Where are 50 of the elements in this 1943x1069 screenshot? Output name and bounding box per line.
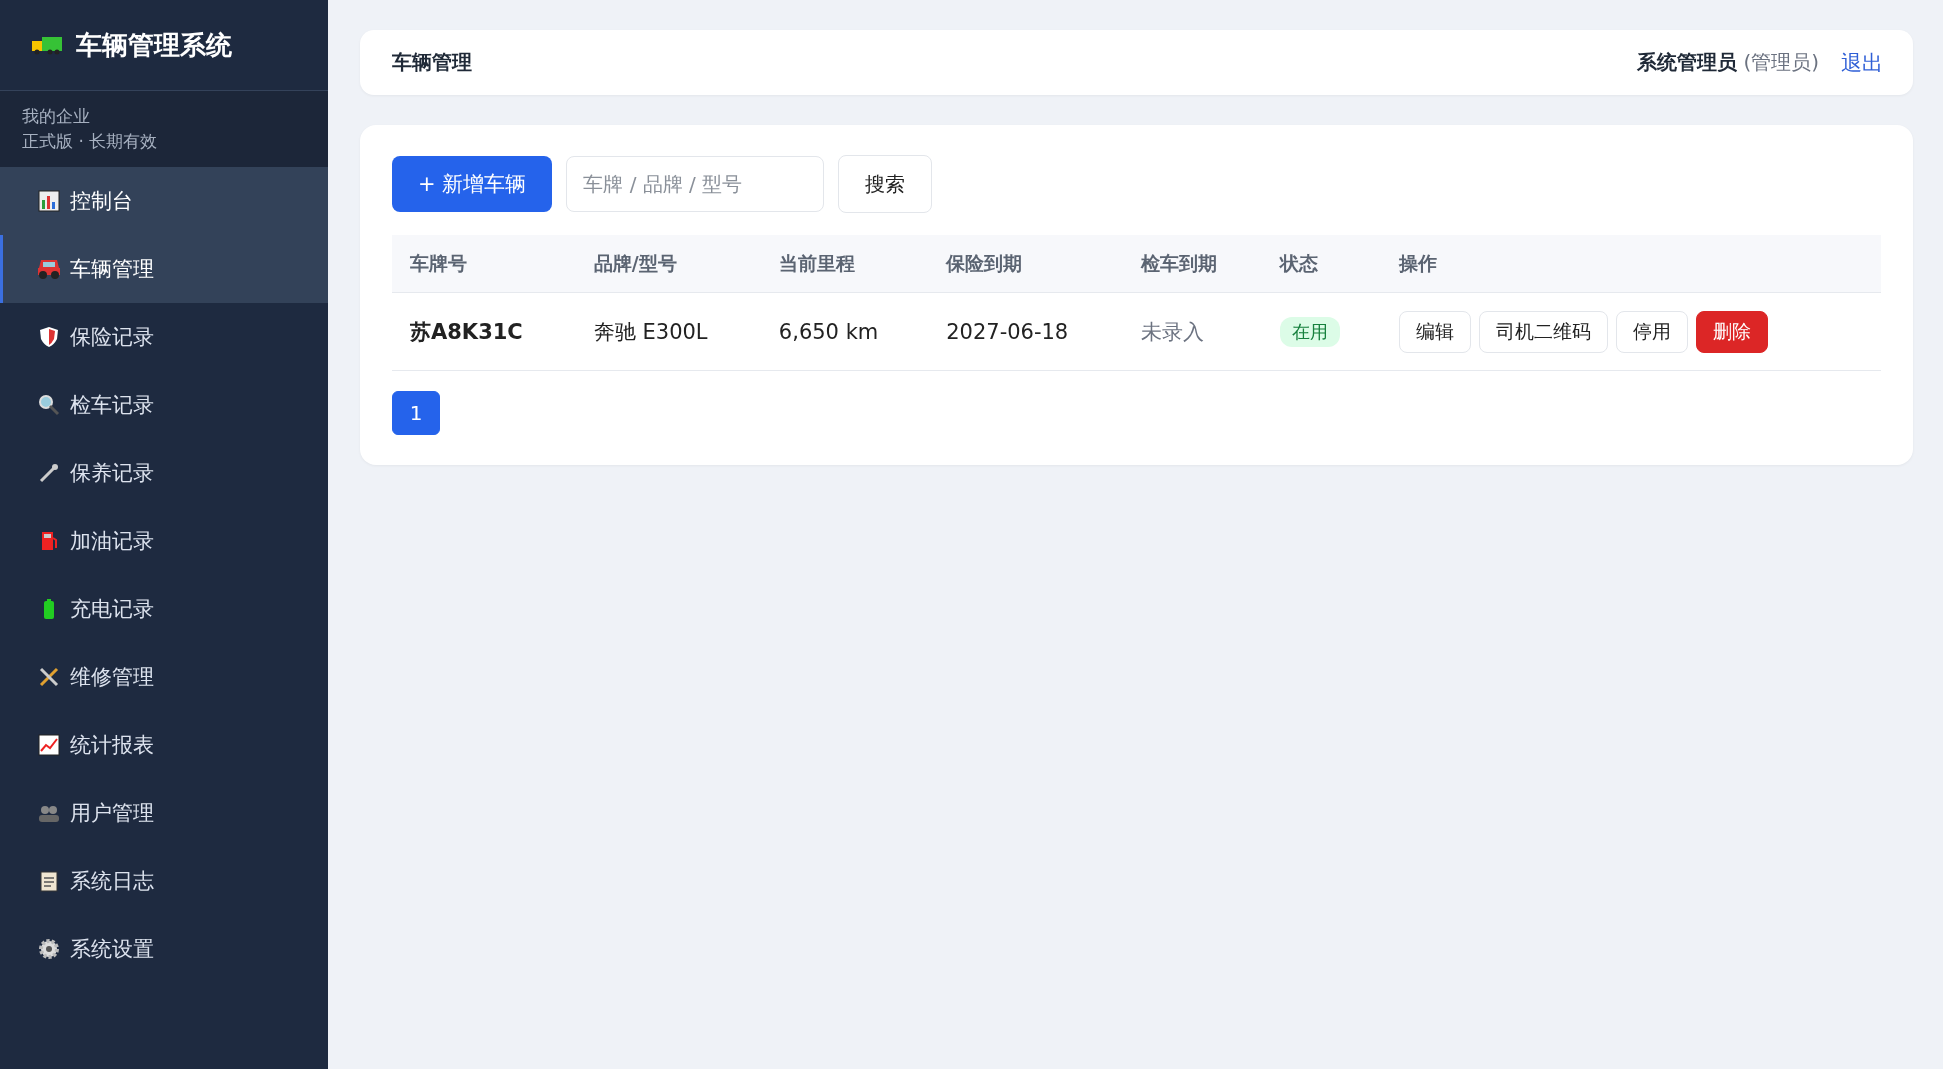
- clipboard-icon: [38, 870, 60, 892]
- truck-icon: [32, 35, 62, 55]
- column-header: 当前里程: [760, 235, 929, 293]
- gear-icon: [38, 938, 60, 960]
- user-role: (管理员): [1743, 49, 1819, 76]
- sidebar-item[interactable]: 检车记录: [0, 371, 328, 439]
- status-badge: 在用: [1279, 316, 1340, 347]
- table-cell: 6,650 km: [760, 292, 929, 371]
- table-cell: 奔驰 E300L: [575, 292, 761, 371]
- column-header: 检车到期: [1123, 235, 1262, 293]
- sidebar-item[interactable]: 控制台: [0, 167, 328, 235]
- tools-icon: [38, 666, 60, 688]
- add-vehicle-button[interactable]: + 新增车辆: [392, 156, 553, 212]
- sidebar-item[interactable]: 加油记录: [0, 507, 328, 575]
- action-button[interactable]: 编辑: [1398, 310, 1471, 353]
- sidebar-item[interactable]: 保养记录: [0, 439, 328, 507]
- search-field[interactable]: 车牌 / 品牌 / 型号: [566, 156, 825, 212]
- table-cell: 未录入: [1123, 292, 1262, 371]
- action-button[interactable]: 司机二维码: [1478, 310, 1608, 353]
- magnifier-icon: [38, 394, 60, 416]
- sidebar-item[interactable]: 充电记录: [0, 575, 328, 643]
- column-header: 保险到期: [928, 235, 1124, 293]
- column-header: 品牌/型号: [575, 235, 761, 293]
- column-header: 操作: [1380, 235, 1881, 293]
- action-button[interactable]: 停用: [1615, 310, 1688, 353]
- table-cell: 苏A8K31C: [392, 292, 576, 371]
- sidebar-item[interactable]: 系统日志: [0, 847, 328, 915]
- app-title: 车辆管理系统: [76, 28, 232, 62]
- sidebar-item[interactable]: 维修管理: [0, 643, 328, 711]
- sidebar-item[interactable]: 系统设置: [0, 915, 328, 983]
- line-chart-icon: [38, 734, 60, 756]
- sidebar-item[interactable]: 统计报表: [0, 711, 328, 779]
- license-info: 正式版 · 长期有效: [22, 130, 159, 153]
- table-cell: 2027-06-18: [928, 292, 1124, 371]
- company-name: 我的企业: [22, 105, 91, 128]
- page-title: 车辆管理: [392, 49, 472, 76]
- user-name: 系统管理员: [1637, 49, 1738, 76]
- shield-icon: [38, 326, 60, 348]
- column-header: 状态: [1261, 235, 1381, 293]
- sidebar-item[interactable]: 保险记录: [0, 303, 328, 371]
- sidebar-item[interactable]: 车辆管理: [0, 235, 328, 303]
- wrench-icon: [38, 462, 60, 484]
- action-button[interactable]: 删除: [1695, 310, 1768, 353]
- page-button[interactable]: 1: [392, 391, 440, 435]
- column-header: 车牌号: [392, 235, 576, 293]
- logout-link[interactable]: 退出: [1841, 48, 1883, 77]
- search-button[interactable]: 搜索: [838, 155, 933, 213]
- bar-chart-icon: [38, 190, 60, 212]
- sidebar-item[interactable]: 用户管理: [0, 779, 328, 847]
- car-icon: [38, 258, 60, 280]
